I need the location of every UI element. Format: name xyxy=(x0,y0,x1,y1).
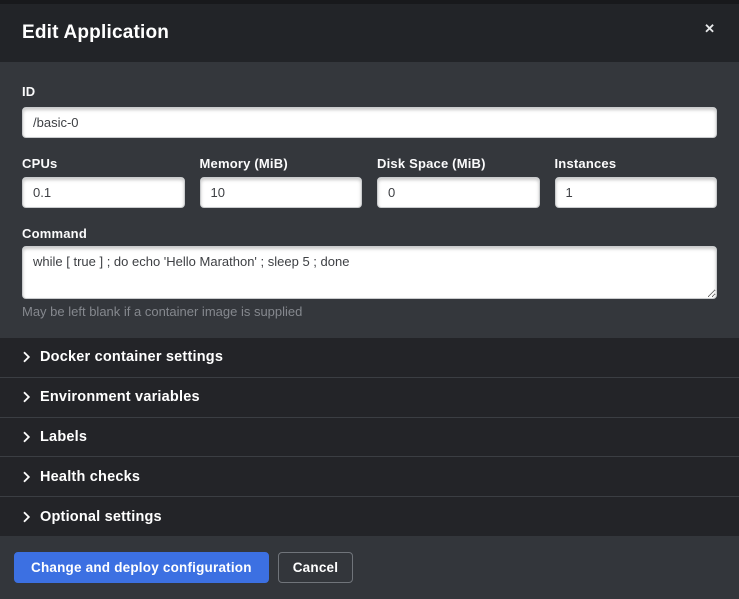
chevron-right-icon xyxy=(22,391,31,403)
memory-label: Memory (MiB) xyxy=(200,156,363,171)
disk-input[interactable] xyxy=(377,177,540,208)
memory-field-group: Memory (MiB) xyxy=(200,156,363,208)
instances-label: Instances xyxy=(555,156,718,171)
chevron-right-icon xyxy=(22,471,31,483)
chevron-right-icon xyxy=(22,511,31,523)
command-textarea[interactable]: while [ true ] ; do echo 'Hello Marathon… xyxy=(22,246,717,299)
resources-row: CPUs Memory (MiB) Disk Space (MiB) Insta… xyxy=(22,156,717,208)
change-and-deploy-button[interactable]: Change and deploy configuration xyxy=(14,552,269,583)
id-label: ID xyxy=(22,84,717,99)
form-body: ID CPUs Memory (MiB) Disk Space (MiB) In… xyxy=(0,62,739,338)
section-environment-variables[interactable]: Environment variables xyxy=(0,378,739,418)
disk-field-group: Disk Space (MiB) xyxy=(377,156,540,208)
section-label: Docker container settings xyxy=(40,349,223,365)
edit-application-modal: Edit Application ✕ ID CPUs Memory (MiB) … xyxy=(0,0,739,599)
disk-label: Disk Space (MiB) xyxy=(377,156,540,171)
instances-input[interactable] xyxy=(555,177,718,208)
command-help-text: May be left blank if a container image i… xyxy=(22,304,717,319)
cpus-field-group: CPUs xyxy=(22,156,185,208)
section-label: Environment variables xyxy=(40,389,200,405)
section-optional-settings[interactable]: Optional settings xyxy=(0,497,739,536)
section-label: Health checks xyxy=(40,469,140,485)
section-docker-container-settings[interactable]: Docker container settings xyxy=(0,338,739,378)
command-label: Command xyxy=(22,226,717,241)
close-icon[interactable]: ✕ xyxy=(700,18,719,39)
cpus-label: CPUs xyxy=(22,156,185,171)
modal-footer: Change and deploy configuration Cancel xyxy=(0,536,739,599)
section-label: Optional settings xyxy=(40,509,162,525)
section-label: Labels xyxy=(40,429,87,445)
chevron-right-icon xyxy=(22,431,31,443)
accordion-sections: Docker container settings Environment va… xyxy=(0,338,739,536)
memory-input[interactable] xyxy=(200,177,363,208)
section-labels[interactable]: Labels xyxy=(0,418,739,458)
chevron-right-icon xyxy=(22,351,31,363)
command-field-group: Command while [ true ] ; do echo 'Hello … xyxy=(22,226,717,319)
modal-title: Edit Application xyxy=(22,22,169,44)
id-input[interactable] xyxy=(22,107,717,138)
modal-header: Edit Application ✕ xyxy=(0,4,739,62)
instances-field-group: Instances xyxy=(555,156,718,208)
section-health-checks[interactable]: Health checks xyxy=(0,457,739,497)
cancel-button[interactable]: Cancel xyxy=(278,552,353,583)
cpus-input[interactable] xyxy=(22,177,185,208)
id-field-group: ID xyxy=(22,84,717,138)
